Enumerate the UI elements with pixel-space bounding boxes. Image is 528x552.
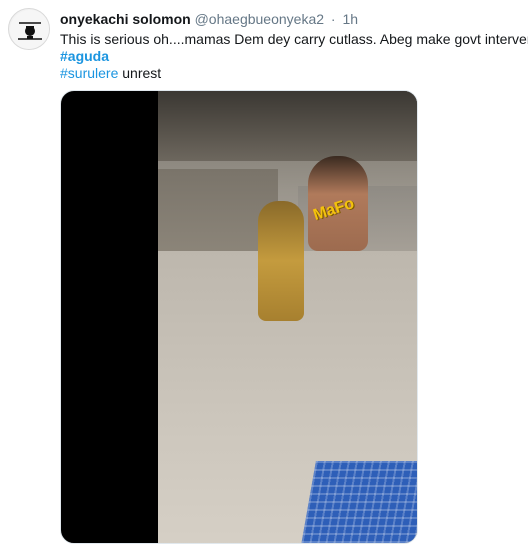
tweet-text: This is serious oh....mamas Dem dey carr… [60,31,528,47]
timestamp[interactable]: 1h [342,11,358,27]
separator-dot: · [330,11,336,27]
tweet-header: onyekachi solomon @ohaegbueonyeka2 · 1h [60,10,518,28]
roof-shade [158,91,417,161]
video-frame[interactable]: MaFo [158,91,417,543]
hashtag-surulere-link[interactable]: #surulere [60,65,118,81]
avatar[interactable] [8,8,50,50]
hashtag-aguda[interactable]: #aguda [60,47,109,65]
avatar-logo-icon [10,10,49,49]
author-handle[interactable]: @ohaegbueonyeka2 [195,11,324,27]
hashtag-line-2: #surulere unrest [60,64,161,82]
hashtag-aguda-link[interactable]: #aguda [60,48,109,64]
tweet[interactable]: onyekachi solomon @ohaegbueonyeka2 · 1h … [0,0,528,552]
tweet-media-video[interactable]: MaFo [60,90,418,544]
author-name[interactable]: onyekachi solomon [60,11,191,27]
trailing-word: unrest [122,65,162,81]
blue-crate [300,461,417,543]
person-figure [258,201,304,321]
